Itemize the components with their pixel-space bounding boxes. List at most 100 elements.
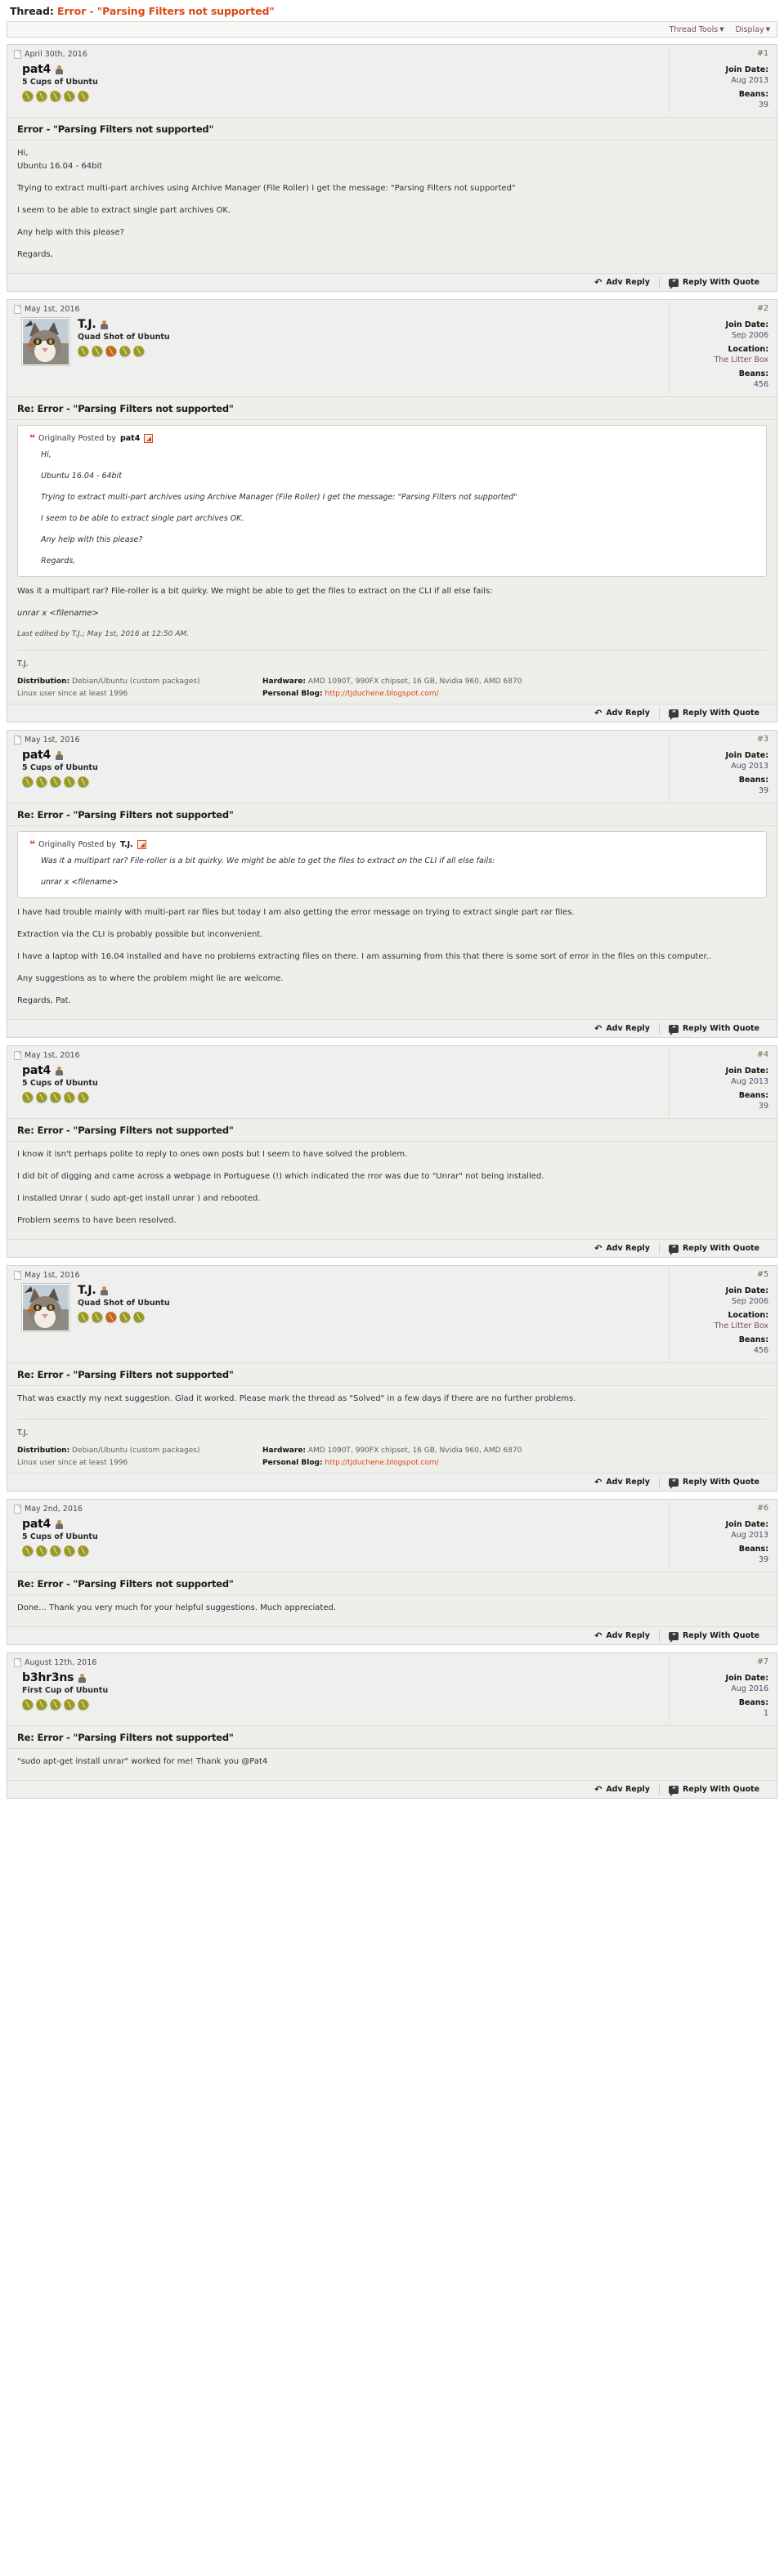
join-date-row: Join Date: (725, 1286, 768, 1295)
post-page-icon (14, 305, 21, 314)
join-date-value: Aug 2013 (731, 762, 768, 771)
user-block: T.J. Quad Shot of Ubuntu (14, 317, 662, 366)
user-offline-icon (100, 1286, 109, 1295)
post-text: "sudo apt-get install unrar" worked for … (7, 1749, 777, 1777)
join-date-value: Aug 2013 (731, 1077, 768, 1086)
signature-hardware: Hardware: AMD 1090T, 990FX chipset, 16 G… (262, 678, 522, 686)
quote-paragraph: Was it a multipart rar? File-roller is a… (41, 856, 495, 865)
username-row: T.J. (78, 1284, 170, 1297)
post: May 1st, 2016 T.J. Quad Shot of Ubuntu #5 Jo… (7, 1265, 777, 1491)
post-footer: ↶ Adv Reply “Reply With Quote (7, 1239, 777, 1257)
thread-tools-menu[interactable]: Thread Tools ▼ (670, 25, 724, 34)
adv-reply-button[interactable]: ↶ Adv Reply (585, 1023, 659, 1035)
bean-icon (20, 1697, 35, 1712)
beans-value: 1 (763, 1709, 768, 1718)
display-menu[interactable]: Display ▼ (736, 25, 770, 34)
post-date: May 1st, 2016 (14, 736, 662, 745)
post-date-text: May 1st, 2016 (25, 736, 80, 745)
signature-blog-link[interactable]: http://tjduchene.blogspot.com/ (325, 1459, 438, 1467)
adv-reply-button[interactable]: ↶ Adv Reply (585, 708, 659, 719)
reply-arrow-icon: ↶ (594, 1023, 603, 1034)
join-date-value: Sep 2006 (731, 1297, 768, 1306)
user-block: pat4 5 Cups of Ubuntu (14, 749, 662, 789)
bean-icon (131, 343, 146, 359)
adv-reply-button[interactable]: ↶ Adv Reply (585, 1630, 659, 1642)
user-meta: T.J. Quad Shot of Ubuntu (75, 1284, 170, 1331)
username[interactable]: pat4 (22, 63, 51, 76)
adv-reply-button[interactable]: ↶ Adv Reply (585, 1243, 659, 1254)
thread-title-text: Error - "Parsing Filters not supported" (57, 5, 275, 17)
bean-icon (89, 1309, 105, 1325)
reply-with-quote-button[interactable]: “Reply With Quote (658, 1022, 768, 1035)
bean-icon (34, 1089, 49, 1105)
bean-icon (61, 1089, 77, 1105)
post-body: Error - "Parsing Filters not supported" H… (7, 118, 777, 273)
adv-reply-button[interactable]: ↶ Adv Reply (585, 277, 659, 288)
post-subject: Re: Error - "Parsing Filters not support… (7, 803, 777, 826)
post-header-right: #3 Join Date: Aug 2013 Beans: 39 (669, 731, 777, 803)
username[interactable]: pat4 (22, 1064, 51, 1077)
beans-row: Beans: (738, 1545, 768, 1554)
reply-with-quote-button[interactable]: “Reply With Quote (658, 276, 768, 289)
reply-with-quote-button[interactable]: “Reply With Quote (658, 1630, 768, 1643)
jump-to-post-icon[interactable] (144, 433, 154, 443)
post-header-right: #6 Join Date: Aug 2013 Beans: 39 (669, 1500, 777, 1572)
post-header-left: May 1st, 2016 pat4 5 Cups of Ubuntu (7, 731, 669, 803)
post-page-icon (14, 1051, 21, 1060)
username[interactable]: T.J. (78, 1284, 96, 1297)
user-title: 5 Cups of Ubuntu (22, 1532, 98, 1541)
join-date-row: Join Date: (725, 1674, 768, 1683)
post-paragraph: Extraction via the CLI is probably possi… (17, 930, 263, 939)
user-meta: T.J. Quad Shot of Ubuntu (75, 318, 170, 365)
reply-with-quote-button[interactable]: “Reply With Quote (658, 707, 768, 720)
bean-icon (61, 88, 77, 104)
post-paragraph: Was it a multipart rar? File-roller is a… (17, 587, 493, 596)
post-paragraph: I have a laptop with 16.04 installed and… (17, 952, 712, 961)
bean-icon (75, 1089, 91, 1105)
quote-paragraph: Regards, (41, 557, 76, 566)
adv-reply-button[interactable]: ↶ Adv Reply (585, 1477, 659, 1488)
reply-with-quote-button[interactable]: “Reply With Quote (658, 1476, 768, 1489)
post-paragraph: I have had trouble mainly with multi-par… (17, 908, 575, 917)
quote-box: ❝ Originally Posted by pat4 Hi, Ubuntu 16.04… (17, 425, 767, 577)
username[interactable]: T.J. (78, 318, 96, 331)
bean-icon (61, 774, 77, 789)
post-paragraph: Any suggestions as to where the problem … (17, 974, 284, 983)
location-row: Location: (728, 1311, 768, 1320)
username[interactable]: pat4 (22, 749, 51, 762)
quote-header: ❝ Originally Posted by pat4 (29, 433, 756, 443)
bean-rating (20, 88, 98, 104)
beans-row: Beans: (738, 1335, 768, 1344)
post-footer: ↶ Adv Reply “Reply With Quote (7, 1473, 777, 1491)
username[interactable]: b3hr3ns (22, 1671, 74, 1684)
reply-with-quote-label: Reply With Quote (682, 1631, 759, 1640)
post-paragraph: I installed Unrar ( sudo apt-get install… (17, 1194, 261, 1203)
location-value: The Litter Box (714, 1322, 769, 1330)
signature-blog-link[interactable]: http://tjduchene.blogspot.com/ (325, 690, 438, 698)
jump-to-post-icon[interactable] (137, 839, 146, 849)
bean-icon (34, 1697, 49, 1712)
post-footer: ↶ Adv Reply “Reply With Quote (7, 704, 777, 722)
reply-with-quote-button[interactable]: “Reply With Quote (658, 1242, 768, 1255)
display-label: Display (735, 25, 764, 34)
bean-icon (20, 1543, 35, 1559)
join-date-value: Aug 2013 (731, 76, 768, 85)
post-list: April 30th, 2016 pat4 5 Cups of Ubuntu #1 Jo… (7, 44, 777, 1799)
post-date-text: May 1st, 2016 (25, 305, 80, 314)
username[interactable]: pat4 (22, 1518, 51, 1531)
quote-marks-icon: ❝ (29, 839, 35, 850)
user-title: Quad Shot of Ubuntu (78, 333, 170, 342)
post-number: #7 (756, 1657, 768, 1666)
post-number: #2 (756, 304, 768, 313)
quote-wrapper: ❝ Originally Posted by T.J. Was it a multip… (7, 826, 777, 900)
adv-reply-button[interactable]: ↶ Adv Reply (585, 1784, 659, 1796)
post-paragraph: I seem to be able to extract single part… (17, 206, 231, 215)
reply-with-quote-button[interactable]: “Reply With Quote (658, 1783, 768, 1796)
bean-rating (20, 774, 98, 789)
location-row: Location: (728, 345, 768, 354)
quote-paragraph: Trying to extract multi-part archives us… (41, 493, 517, 502)
user-title: First Cup of Ubuntu (22, 1686, 109, 1695)
post-page-icon (14, 1658, 21, 1667)
reply-arrow-icon: ↶ (594, 708, 603, 718)
avatar (21, 1283, 70, 1332)
